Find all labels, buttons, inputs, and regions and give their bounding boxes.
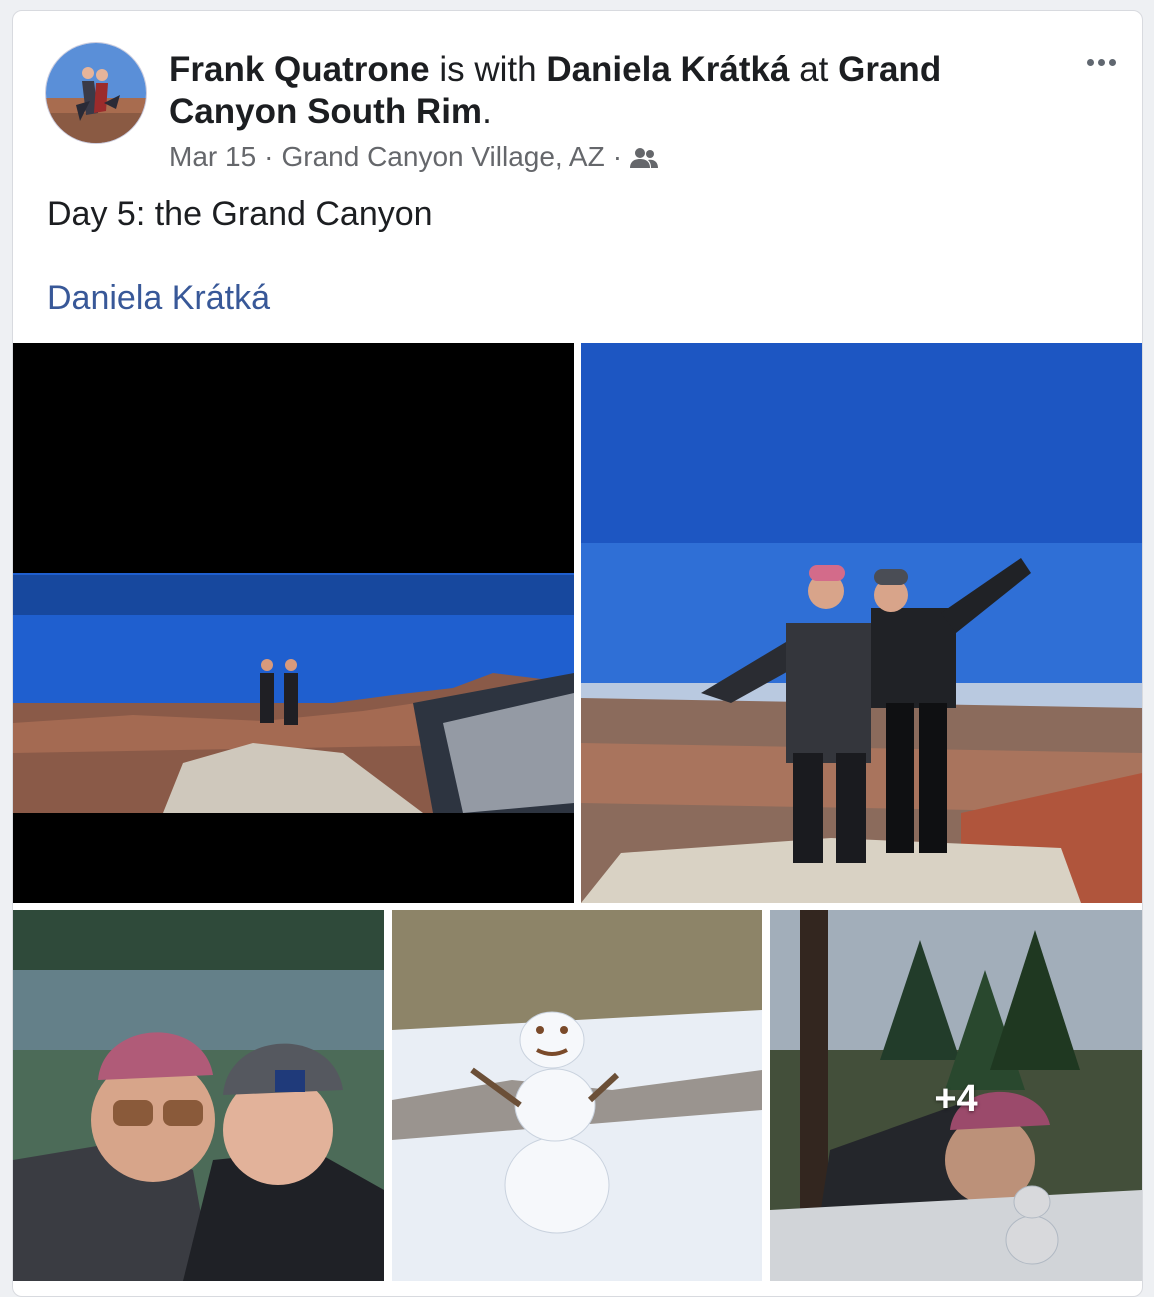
photo-5-more[interactable]: +4	[770, 910, 1142, 1281]
author-name[interactable]: Frank Quatrone	[169, 50, 430, 89]
at-text: at	[789, 50, 839, 89]
avatar-photo	[46, 43, 146, 143]
photo-4[interactable]	[392, 910, 762, 1281]
post-card: Frank Quatrone is with Daniela Krátká at…	[12, 10, 1143, 1297]
post-date[interactable]: Mar 15	[169, 141, 256, 173]
with-text: is with	[429, 50, 547, 89]
more-photos-count[interactable]: +4	[770, 910, 1142, 1281]
friends-icon[interactable]	[630, 145, 659, 169]
post-body-text: Day 5: the Grand Canyon	[47, 195, 433, 233]
post-header: Frank Quatrone is with Daniela Krátká at…	[169, 49, 1009, 133]
tagged-person[interactable]: Daniela Krátká	[546, 50, 789, 89]
post-location[interactable]: Grand Canyon Village, AZ	[281, 141, 604, 173]
period: .	[482, 92, 492, 131]
photo-2[interactable]	[581, 343, 1142, 903]
profile-avatar[interactable]	[46, 43, 146, 143]
tagged-person-link[interactable]: Daniela Krátká	[47, 279, 270, 318]
photo-1[interactable]	[13, 343, 574, 903]
separator: ·	[612, 141, 623, 172]
more-options-icon[interactable]	[1083, 47, 1119, 77]
photo-3[interactable]	[13, 910, 384, 1281]
post-meta: Mar 15 · Grand Canyon Village, AZ ·	[169, 141, 659, 173]
separator: ·	[264, 141, 274, 172]
